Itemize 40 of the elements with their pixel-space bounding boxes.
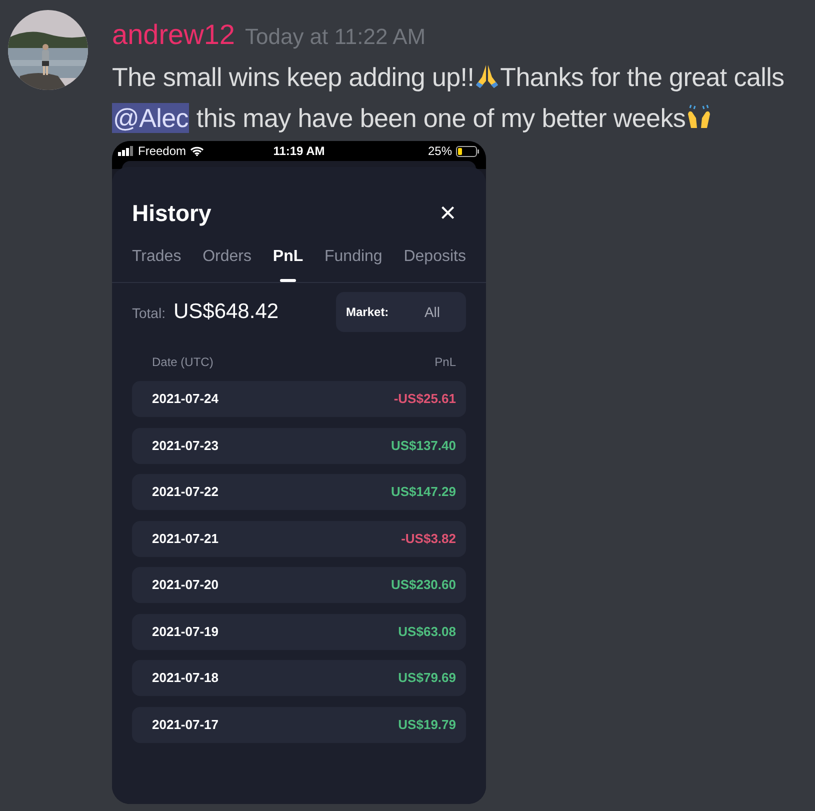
praying-hands-icon	[474, 63, 500, 89]
tab[interactable]: PnL	[272, 245, 304, 282]
tab[interactable]: Deposits	[404, 245, 466, 282]
pnl-value: US$19.79	[398, 716, 456, 734]
market-filter[interactable]: Market: All	[336, 292, 466, 332]
pnl-value: -US$3.82	[401, 530, 456, 548]
total-value: US$648.42	[173, 299, 279, 326]
column-header: PnL	[434, 354, 456, 371]
date-cell-text: 2021-07-23	[152, 436, 218, 455]
date-cell-text: 2021-07-24	[152, 390, 218, 408]
column-header: Date (UTC)	[152, 354, 214, 371]
tab[interactable]: Orders	[202, 245, 252, 282]
pnl-value: US$63.08	[398, 622, 456, 641]
panel-title: History	[132, 198, 212, 228]
username[interactable]: andrew12	[112, 21, 235, 49]
battery-percent: 25%	[428, 143, 452, 160]
user-mention[interactable]: @Alec	[112, 103, 190, 133]
message-text: The small wins keep adding up!! Thanks for the great calls @Alec this may have been one of my better weeks	[112, 61, 786, 135]
date-cell-text: 2021-07-17	[152, 716, 218, 734]
date-cell-text: 2021-07-20	[152, 576, 218, 594]
clock: 11:19 AM	[273, 143, 325, 160]
date-cell-text: 2021-07-18	[152, 669, 218, 688]
wifi-icon	[190, 146, 204, 156]
timestamp: Today at 11:22 AM	[244, 23, 426, 51]
pnl-value: -US$25.61	[394, 390, 456, 408]
pnl-value: US$79.69	[398, 669, 456, 688]
carrier-name: Freedom	[138, 143, 186, 160]
pnl-value: US$147.29	[390, 483, 456, 502]
date-cell-text: 2021-07-19	[152, 622, 218, 641]
pnl-value: US$230.60	[390, 576, 456, 594]
close-button[interactable]: ×	[440, 199, 456, 227]
total-label: Total:	[132, 304, 166, 324]
raised-hands-icon	[686, 104, 712, 130]
date-cell-text: 2021-07-22	[152, 483, 218, 502]
date-cell-text: 2021-07-21	[152, 530, 218, 548]
signal-icon	[118, 146, 134, 156]
pnl-value: US$137.40	[390, 436, 456, 455]
tab[interactable]: Funding	[324, 245, 382, 282]
tab[interactable]: Trades	[132, 245, 182, 282]
battery-icon	[456, 146, 480, 156]
